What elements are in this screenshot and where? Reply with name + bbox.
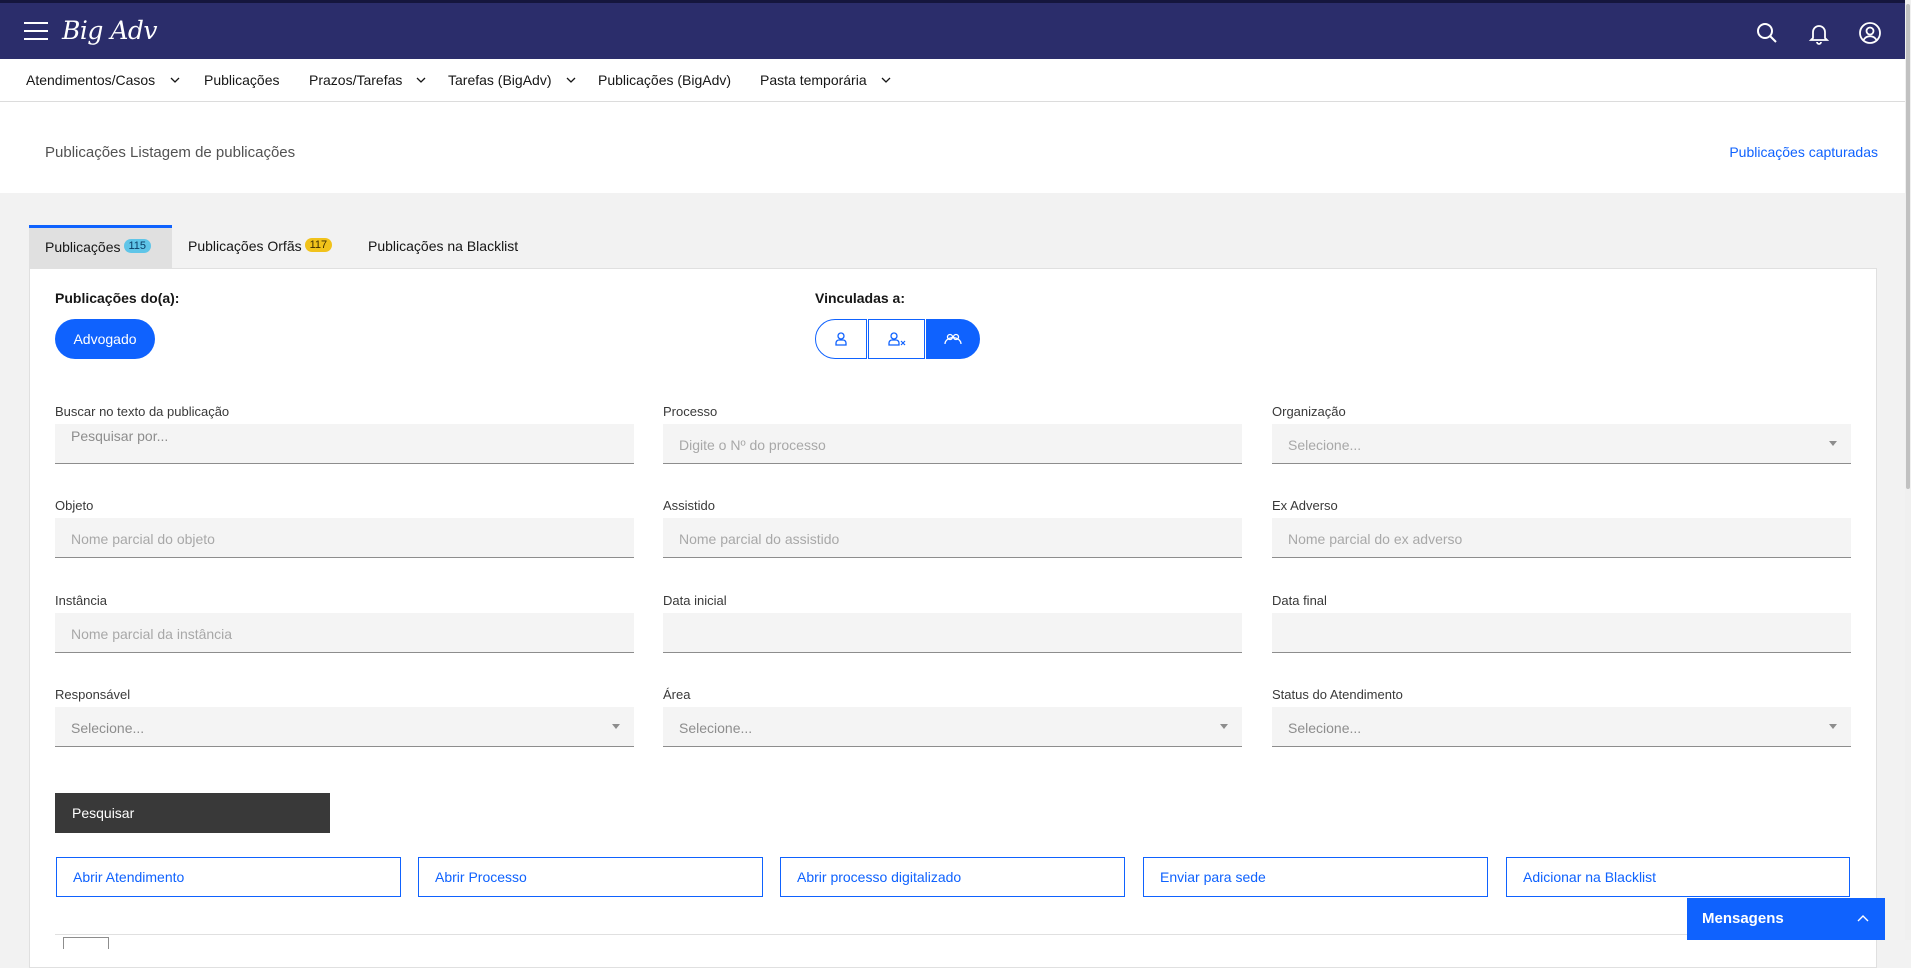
count-badge: 117	[304, 238, 333, 252]
page-scrollbar[interactable]	[1905, 0, 1911, 940]
messages-panel-toggle[interactable]: Mensagens	[1687, 898, 1885, 940]
data-inicial-input[interactable]	[663, 613, 1242, 653]
busca-label: Buscar no texto da publicação	[55, 404, 230, 419]
data-inicial-label: Data inicial	[663, 593, 727, 608]
caret-down-icon	[1220, 724, 1228, 729]
page-title: Publicações Listagem de publicações	[45, 144, 296, 161]
chevron-down-icon[interactable]	[415, 75, 427, 85]
processo-placeholder: Digite o Nº do processo	[679, 437, 826, 453]
status-placeholder: Selecione...	[1288, 720, 1362, 736]
caret-down-icon	[1829, 724, 1837, 729]
caret-down-icon	[1829, 441, 1837, 446]
app-logo[interactable]: Big Adv	[62, 16, 158, 45]
adicionar-blacklist-button[interactable]: Adicionar na Blacklist	[1506, 857, 1850, 897]
responsavel-placeholder: Selecione...	[71, 720, 145, 736]
organizacao-select[interactable]: Selecione...	[1272, 424, 1851, 464]
user-avatar-icon[interactable]	[1858, 21, 1882, 45]
nav-item-tarefas-bigadv[interactable]: Tarefas (BigAdv)	[448, 72, 551, 88]
group-icon	[944, 333, 962, 345]
chevron-up-icon	[1857, 915, 1869, 922]
responsavel-label: Responsável	[55, 687, 131, 702]
linked-user-button[interactable]	[815, 319, 867, 359]
busca-input[interactable]: Pesquisar por...	[55, 424, 634, 464]
publicacoes-capturadas-link[interactable]: Publicações capturadas	[1729, 144, 1878, 160]
chevron-down-icon[interactable]	[880, 75, 892, 85]
nav-item-prazos[interactable]: Prazos/Tarefas	[309, 72, 402, 88]
owner-label: Publicações do(a):	[55, 290, 180, 306]
count-badge: 115	[123, 239, 152, 253]
nav-item-publicacoes[interactable]: Publicações	[204, 72, 280, 88]
linked-toggle-group	[815, 319, 980, 359]
area-label: Área	[663, 687, 691, 702]
advogado-button[interactable]: Advogado	[55, 319, 155, 359]
scrollbar-thumb[interactable]	[1906, 4, 1910, 489]
messages-label: Mensagens	[1702, 910, 1784, 927]
main-nav: Atendimentos/Casos Publicações Prazos/Ta…	[0, 59, 1911, 102]
tab-label: Publicações	[45, 239, 121, 255]
user-icon	[835, 332, 847, 346]
chevron-down-icon[interactable]	[169, 75, 181, 85]
enviar-para-sede-button[interactable]: Enviar para sede	[1143, 857, 1488, 897]
organizacao-label: Organização	[1272, 404, 1346, 419]
objeto-label: Objeto	[55, 498, 94, 513]
tab-publicacoes-blacklist[interactable]: Publicações na Blacklist	[352, 225, 552, 268]
user-remove-icon	[887, 332, 905, 346]
nav-item-publicacoes-bigadv[interactable]: Publicações (BigAdv)	[598, 72, 731, 88]
assistido-label: Assistido	[663, 498, 716, 513]
chevron-down-icon[interactable]	[565, 75, 577, 85]
ex-adverso-input[interactable]: Nome parcial do ex adverso	[1272, 518, 1851, 558]
nav-item-atendimentos[interactable]: Atendimentos/Casos	[26, 72, 155, 88]
instancia-placeholder: Nome parcial da instância	[71, 626, 233, 642]
instancia-label: Instância	[55, 593, 108, 608]
notification-icon[interactable]	[1807, 21, 1831, 45]
ex-adverso-label: Ex Adverso	[1272, 498, 1338, 513]
caret-down-icon	[612, 724, 620, 729]
pesquisar-button[interactable]: Pesquisar	[55, 793, 330, 833]
objeto-input[interactable]: Nome parcial do objeto	[55, 518, 634, 558]
menu-icon[interactable]	[24, 22, 48, 42]
abrir-atendimento-button[interactable]: Abrir Atendimento	[56, 857, 401, 897]
nav-item-pasta-temporaria[interactable]: Pasta temporária	[760, 72, 867, 88]
assistido-placeholder: Nome parcial do assistido	[679, 531, 840, 547]
results-table-top	[55, 934, 1855, 954]
top-bar: Big Adv	[0, 0, 1911, 59]
status-label: Status do Atendimento	[1272, 687, 1403, 702]
processo-input[interactable]: Digite o Nº do processo	[663, 424, 1242, 464]
area-select[interactable]: Selecione...	[663, 707, 1242, 747]
page-header: Publicações Listagem de publicações Publ…	[0, 102, 1911, 193]
data-final-label: Data final	[1272, 593, 1327, 608]
abrir-processo-digitalizado-button[interactable]: Abrir processo digitalizado	[780, 857, 1125, 897]
data-final-input[interactable]	[1272, 613, 1851, 653]
tab-label: Publicações Orfãs	[188, 238, 302, 254]
processo-label: Processo	[663, 404, 718, 419]
search-icon[interactable]	[1755, 21, 1779, 45]
assistido-input[interactable]: Nome parcial do assistido	[663, 518, 1242, 558]
abrir-processo-button[interactable]: Abrir Processo	[418, 857, 763, 897]
ex-adverso-placeholder: Nome parcial do ex adverso	[1288, 531, 1463, 547]
status-select[interactable]: Selecione...	[1272, 707, 1851, 747]
tab-publicacoes[interactable]: Publicações 115	[29, 225, 172, 268]
select-all-checkbox[interactable]	[63, 937, 109, 949]
responsavel-select[interactable]: Selecione...	[55, 707, 634, 747]
busca-placeholder: Pesquisar por...	[71, 428, 169, 444]
tab-label: Publicações na Blacklist	[368, 238, 519, 254]
area-placeholder: Selecione...	[679, 720, 753, 736]
linked-all-button[interactable]	[926, 319, 980, 359]
instancia-input[interactable]: Nome parcial da instância	[55, 613, 634, 653]
objeto-placeholder: Nome parcial do objeto	[71, 531, 215, 547]
linked-no-user-button[interactable]	[868, 319, 925, 359]
tab-publicacoes-orfas[interactable]: Publicações Orfãs 117	[172, 225, 352, 268]
organizacao-placeholder: Selecione...	[1288, 437, 1362, 453]
linked-label: Vinculadas a:	[815, 290, 906, 306]
filter-panel: Publicações do(a): Advogado Vinculadas a…	[29, 268, 1877, 968]
